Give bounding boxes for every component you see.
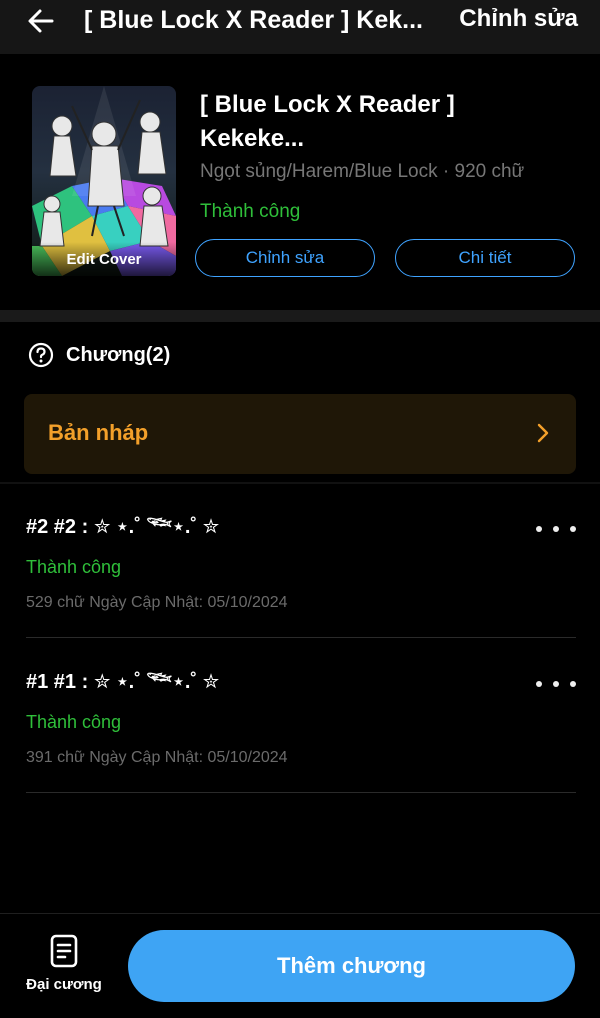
more-dots-icon — [553, 526, 559, 532]
edit-story-button[interactable]: Chỉnh sửa — [459, 3, 578, 35]
draft-row[interactable]: Bản nháp — [24, 394, 576, 474]
story-meta: Ngọt sủng/Harem/Blue Lock · 920 chữ — [200, 161, 525, 182]
outline-label: Đại cương — [26, 976, 102, 993]
chapters-header: Chương(2) — [28, 340, 170, 370]
section-divider — [0, 310, 600, 322]
more-options-button[interactable] — [536, 518, 576, 540]
add-chapter-button[interactable]: Thêm chương — [128, 930, 575, 1002]
draft-label: Bản nháp — [48, 420, 149, 445]
edit-cover-button[interactable]: Edit Cover — [32, 86, 176, 276]
app: [ Blue Lock X Reader ] Kek... Chỉnh sửa — [0, 0, 600, 1018]
chevron-right-icon — [537, 423, 549, 443]
divider — [26, 637, 576, 638]
edit-button[interactable]: Chỉnh sửa — [195, 239, 375, 277]
chapter-status: Thành công — [26, 557, 122, 577]
edit-cover-label: Edit Cover — [32, 242, 176, 276]
more-dots-icon — [570, 526, 576, 532]
document-icon — [50, 934, 78, 968]
more-options-button[interactable] — [536, 673, 576, 695]
story-info: Edit Cover [ Blue Lock X Reader ] Kekeke… — [0, 54, 600, 310]
chapter-item[interactable]: #1 #1 : ✮ ⋆.˚ 𓆝⋆.˚ ✮ Thành công 391 chữ … — [26, 643, 576, 793]
detail-button[interactable]: Chi tiết — [395, 239, 575, 277]
page-title: [ Blue Lock X Reader ] Kek... — [84, 6, 423, 34]
chapter-meta: 529 chữ Ngày Cập Nhật: 05/10/2024 — [26, 594, 288, 611]
chapter-status: Thành công — [26, 712, 122, 732]
more-dots-icon — [553, 681, 559, 687]
more-dots-icon — [536, 681, 542, 687]
chapter-meta: 391 chữ Ngày Cập Nhật: 05/10/2024 — [26, 749, 288, 766]
more-dots-icon — [536, 526, 542, 532]
chapter-title: #2 #2 : ✮ ⋆.˚ 𓆝⋆.˚ ✮ — [26, 516, 220, 538]
back-button[interactable] — [24, 4, 58, 38]
chapter-item[interactable]: #2 #2 : ✮ ⋆.˚ 𓆝⋆.˚ ✮ Thành công 529 chữ … — [26, 488, 576, 638]
top-bar: [ Blue Lock X Reader ] Kek... Chỉnh sửa — [0, 0, 600, 54]
bottom-divider — [0, 913, 600, 914]
arrow-left-icon — [28, 9, 54, 33]
chapter-title: #1 #1 : ✮ ⋆.˚ 𓆝⋆.˚ ✮ — [26, 671, 220, 693]
outline-button[interactable]: Đại cương — [22, 934, 106, 1000]
chapters-count-label: Chương(2) — [66, 343, 171, 366]
story-status: Thành công — [200, 201, 301, 222]
divider — [0, 482, 600, 484]
more-dots-icon — [570, 681, 576, 687]
divider — [26, 792, 576, 793]
story-title: [ Blue Lock X Reader ] Kekeke... — [200, 91, 455, 152]
question-circle-icon[interactable] — [28, 342, 54, 368]
